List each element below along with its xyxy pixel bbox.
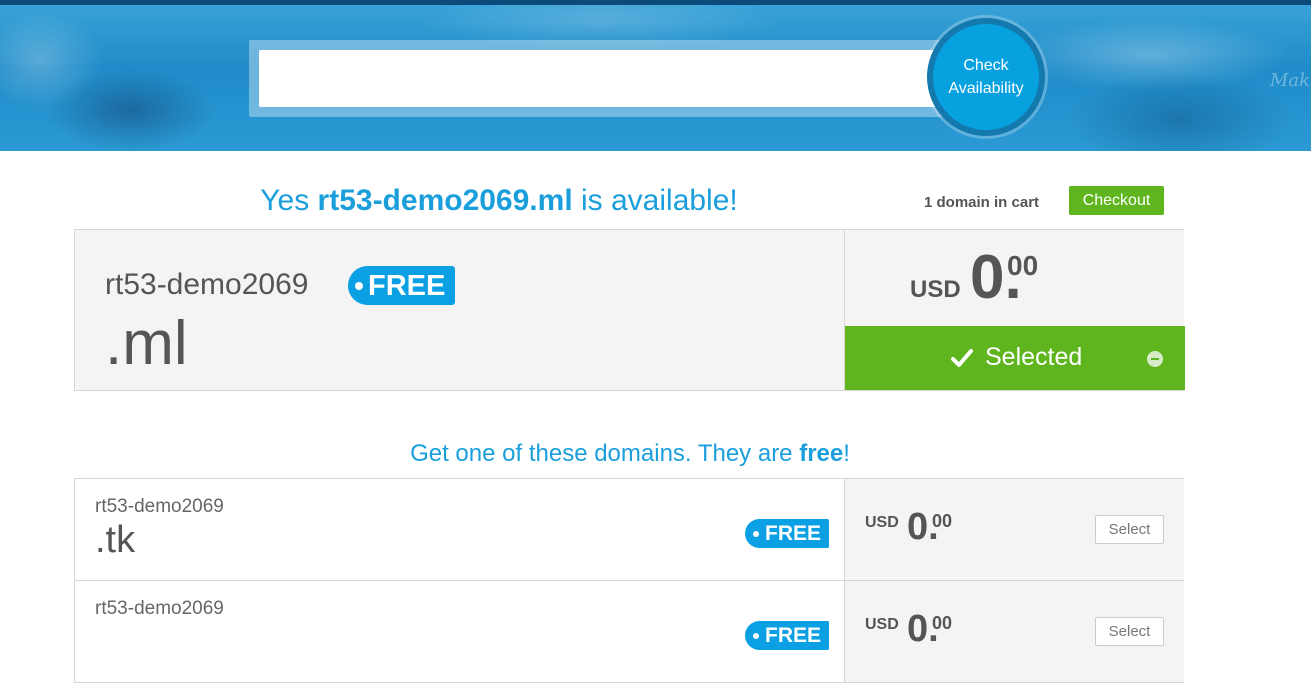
free-badge-label: FREE (765, 624, 822, 647)
suggestions-title: Get one of these domains. They are free! (75, 440, 1185, 468)
check-button-line2: Availability (948, 80, 1024, 97)
headline-suffix: is available! (572, 184, 738, 217)
free-badge-label: FREE (765, 522, 822, 545)
cart-count: 1 domain in cart (924, 194, 1040, 211)
price-currency: USD (910, 276, 961, 303)
suggestion-sld: rt53-demo2069 (95, 496, 224, 517)
suggestions-title-bold: free (799, 440, 844, 467)
suggestion-price-panel: USD 0. 00 Select (844, 581, 1184, 682)
price-decimal: 00 (932, 511, 953, 531)
badge-dot-icon (355, 282, 363, 290)
suggestion-tld: .tk (95, 519, 136, 561)
price-decimal: 00 (1007, 250, 1039, 281)
check-button-line1: Check (963, 57, 1009, 74)
suggestion-sld: rt53-demo2069 (95, 598, 224, 619)
main-domain-sld: rt53-demo2069 (105, 268, 309, 301)
headline-domain: rt53-demo2069.ml (317, 184, 573, 217)
free-badge-label: FREE (368, 270, 446, 302)
suggestions-title-prefix: Get one of these domains. They are (410, 440, 800, 467)
main-price-panel: USD 0. 00 Selected (844, 230, 1185, 390)
price-currency: USD (865, 616, 899, 633)
suggestion-price-panel: USD 0. 00 Select (844, 479, 1184, 580)
hero-watermark: Mak (1270, 70, 1311, 91)
suggestion-row: rt53-demo2069 FREE USD 0. 00 Select (74, 580, 1184, 683)
select-button[interactable]: Select (1095, 617, 1164, 646)
select-button[interactable]: Select (1095, 515, 1164, 544)
suggestion-row: rt53-demo2069 .tk FREE USD 0. 00 Select (74, 478, 1184, 581)
price-decimal: 00 (932, 613, 953, 633)
main-domain-info: rt53-demo2069 FREE .ml (75, 230, 844, 390)
free-badge: FREE (745, 519, 830, 548)
main-domain-tld: .ml (105, 309, 188, 378)
domain-search-input[interactable] (259, 50, 959, 107)
headline-prefix: Yes (260, 184, 318, 217)
check-icon (951, 349, 973, 367)
check-availability-button[interactable]: Check Availability (927, 18, 1045, 136)
suggestion-info: rt53-demo2069 .tk FREE (75, 479, 844, 580)
checkout-button[interactable]: Checkout (1069, 186, 1164, 215)
minus-circle-icon[interactable] (1147, 351, 1163, 367)
free-badge: FREE (348, 266, 456, 305)
free-badge: FREE (745, 621, 830, 650)
top-strip (0, 0, 1311, 5)
selected-button[interactable]: Selected (845, 326, 1185, 390)
price-currency: USD (865, 514, 899, 531)
suggestions-title-suffix: ! (843, 440, 850, 467)
selected-label: Selected (985, 343, 1083, 371)
suggestion-info: rt53-demo2069 FREE (75, 581, 844, 682)
availability-headline: Yes rt53-demo2069.ml is available! (75, 184, 923, 218)
badge-dot-icon (753, 633, 759, 639)
main-domain-card: rt53-demo2069 FREE .ml USD 0. 00 Selecte… (74, 229, 1185, 391)
badge-dot-icon (753, 531, 759, 537)
